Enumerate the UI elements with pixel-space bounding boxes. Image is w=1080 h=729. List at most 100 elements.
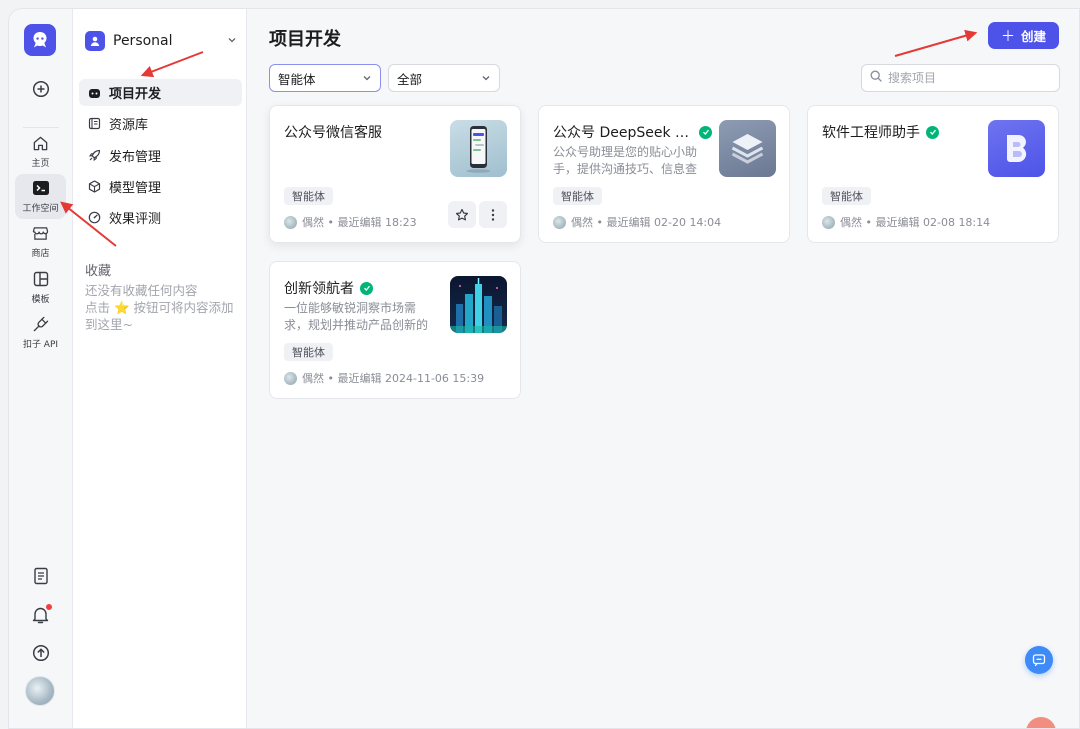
chevron-down-icon bbox=[362, 71, 372, 86]
card-meta: 偶然 • 最近编辑 18:23 bbox=[284, 214, 417, 230]
docs-button[interactable] bbox=[15, 566, 66, 586]
card-meta-text: 偶然 • 最近编辑 18:23 bbox=[302, 216, 417, 229]
nav-label: 模型管理 bbox=[109, 181, 162, 196]
phone-image bbox=[466, 126, 491, 173]
bot-icon bbox=[87, 86, 101, 100]
card-thumbnail bbox=[450, 276, 507, 333]
card-title: 软件工程师助手 bbox=[822, 122, 939, 142]
card-tag: 智能体 bbox=[822, 187, 871, 205]
favorites-hint-line: 点击 ⭐ 按钮可将内容添加到这里~ bbox=[85, 300, 234, 332]
card-tag: 智能体 bbox=[284, 343, 333, 361]
page-title: 项目开发 bbox=[269, 29, 341, 50]
project-card[interactable]: 软件工程师助手 智能体 偶然 • 最近编辑 02-08 18:14 bbox=[807, 105, 1059, 243]
notifications-button[interactable] bbox=[15, 604, 66, 625]
workspace-sidebar: Personal 项目开发 资源库 发布管理 模型管理 效果评测 收藏 还没有收… bbox=[72, 9, 247, 728]
card-meta: 偶然 • 最近编辑 02-08 18:14 bbox=[822, 214, 990, 230]
rail-label: 模板 bbox=[31, 295, 50, 305]
more-vertical-icon bbox=[491, 208, 495, 221]
card-title-text: 软件工程师助手 bbox=[822, 125, 920, 141]
chevron-down-icon bbox=[481, 71, 491, 86]
card-thumbnail bbox=[988, 120, 1045, 177]
author-avatar bbox=[553, 215, 566, 229]
card-thumbnail bbox=[450, 120, 507, 177]
nav-label: 效果评测 bbox=[109, 212, 162, 227]
gauge-icon bbox=[87, 211, 101, 225]
upgrade-button[interactable] bbox=[15, 643, 66, 663]
arrow-up-circle-icon bbox=[31, 643, 51, 663]
favorites-heading: 收藏 bbox=[85, 264, 112, 279]
rail-item-home[interactable]: 主页 bbox=[15, 133, 66, 169]
rail-item-workspace[interactable]: 工作空间 bbox=[15, 174, 66, 219]
chevron-down-icon bbox=[227, 34, 237, 49]
home-icon bbox=[31, 133, 51, 153]
search-input[interactable] bbox=[888, 71, 1048, 85]
author-avatar bbox=[284, 215, 297, 229]
scope-filter-select[interactable]: 全部 bbox=[388, 64, 500, 92]
notification-dot bbox=[46, 604, 52, 610]
project-card[interactable]: 公众号 DeepSeek 助手 公众号助理是您的贴心小助手，提供沟通技巧、信息查… bbox=[538, 105, 790, 243]
nav-label: 资源库 bbox=[109, 118, 149, 133]
nav-item-library[interactable]: 资源库 bbox=[79, 110, 242, 137]
app-logo[interactable] bbox=[24, 24, 56, 56]
template-icon bbox=[31, 269, 51, 289]
author-avatar bbox=[284, 371, 297, 385]
rail-label: 商店 bbox=[31, 249, 50, 259]
workspace-name: Personal bbox=[113, 33, 173, 49]
app-window: 主页 工作空间 商店 模板 扣子 API Personal 项目开发 资源库 发… bbox=[8, 8, 1080, 729]
logo-icon bbox=[33, 32, 47, 48]
layers-image bbox=[731, 134, 764, 164]
favorite-button[interactable] bbox=[448, 201, 476, 228]
nav-label: 发布管理 bbox=[109, 150, 162, 165]
card-description: 一位能够敏锐洞察市场需求，规划并推动产品创新的专家 bbox=[284, 301, 429, 332]
favorites-empty-line: 还没有收藏任何内容 bbox=[85, 283, 198, 298]
more-options-button[interactable] bbox=[479, 201, 507, 228]
nav-label: 项目开发 bbox=[109, 87, 162, 102]
nav-item-projects[interactable]: 项目开发 bbox=[79, 79, 242, 106]
search-box[interactable] bbox=[861, 64, 1060, 92]
card-title-text: 公众号 DeepSeek 助手 bbox=[553, 125, 693, 141]
main-content: 项目开发 ＋ 创建 智能体 全部 公众号微信客服 智能体 偶然 • 最近编辑 1… bbox=[247, 9, 1079, 728]
workspace-switcher[interactable]: Personal bbox=[85, 29, 237, 53]
type-filter-select[interactable]: 智能体 bbox=[269, 64, 381, 92]
scope-filter-value: 全部 bbox=[397, 71, 423, 87]
nav-item-publish[interactable]: 发布管理 bbox=[79, 142, 242, 169]
search-icon bbox=[870, 70, 882, 86]
rail-item-templates[interactable]: 模板 bbox=[15, 269, 66, 305]
letter-b-logo-image bbox=[1007, 135, 1027, 162]
create-button[interactable]: ＋ 创建 bbox=[988, 22, 1059, 49]
rail-label: 工作空间 bbox=[22, 204, 59, 214]
favorites-empty-text: 还没有收藏任何内容 点击 ⭐ 按钮可将内容添加到这里~ bbox=[85, 282, 245, 333]
card-description: 公众号助理是您的贴心小助手，提供沟通技巧、信息查询等服务 bbox=[553, 145, 698, 176]
nav-item-models[interactable]: 模型管理 bbox=[79, 173, 242, 200]
new-item-button[interactable] bbox=[15, 79, 66, 99]
store-icon bbox=[31, 223, 51, 243]
card-title-text: 创新领航者 bbox=[284, 281, 354, 297]
star-icon bbox=[455, 208, 469, 220]
plug-icon bbox=[31, 314, 51, 334]
card-meta-text: 偶然 • 最近编辑 02-20 14:04 bbox=[571, 216, 722, 229]
card-meta: 偶然 • 最近编辑 02-20 14:04 bbox=[553, 214, 721, 230]
rail-label: 主页 bbox=[31, 159, 50, 169]
terminal-icon bbox=[31, 178, 51, 198]
project-card[interactable]: 公众号微信客服 智能体 偶然 • 最近编辑 18:23 bbox=[269, 105, 521, 243]
plus-icon: ＋ bbox=[1000, 28, 1015, 45]
card-tag: 智能体 bbox=[284, 187, 333, 205]
verified-check-icon bbox=[926, 125, 939, 139]
chat-icon bbox=[1032, 654, 1046, 667]
card-title: 公众号 DeepSeek 助手 bbox=[553, 122, 712, 142]
rail-item-store[interactable]: 商店 bbox=[15, 223, 66, 259]
type-filter-value: 智能体 bbox=[278, 71, 316, 87]
user-icon bbox=[85, 31, 105, 51]
rail-item-api[interactable]: 扣子 API bbox=[15, 314, 66, 350]
document-icon bbox=[31, 566, 51, 586]
card-meta-text: 偶然 • 最近编辑 02-08 18:14 bbox=[840, 216, 991, 229]
feedback-chat-button[interactable] bbox=[1025, 646, 1053, 674]
user-avatar[interactable] bbox=[25, 676, 55, 706]
project-card[interactable]: 创新领航者 一位能够敏锐洞察市场需求，规划并推动产品创新的专家 智能体 偶然 •… bbox=[269, 261, 521, 399]
city-skyline-image bbox=[450, 278, 507, 333]
nav-item-evaluation[interactable]: 效果评测 bbox=[79, 204, 242, 231]
rail-label: 扣子 API bbox=[22, 340, 59, 350]
rail-divider bbox=[23, 127, 59, 128]
plus-circle-icon bbox=[31, 79, 51, 99]
rocket-icon bbox=[87, 149, 101, 163]
